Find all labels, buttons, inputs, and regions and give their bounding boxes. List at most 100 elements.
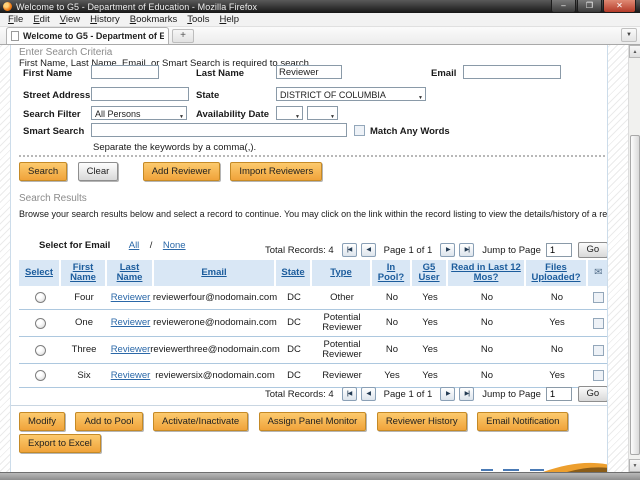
last-page-icon[interactable]: ▶|: [459, 243, 474, 257]
email-select-checkbox[interactable]: [593, 345, 604, 356]
menu-view[interactable]: View: [55, 13, 85, 26]
cell-in-pool: No: [372, 310, 412, 336]
smart-search-input[interactable]: [91, 123, 347, 137]
header-state[interactable]: State: [281, 268, 304, 278]
menu-tools[interactable]: Tools: [182, 13, 214, 26]
menu-history[interactable]: History: [85, 13, 125, 26]
first-page-icon[interactable]: |◀: [342, 387, 357, 401]
smart-search-hint: Separate the keywords by a comma(,).: [93, 142, 256, 153]
availability-date-label: Availability Date: [196, 109, 269, 120]
modify-button[interactable]: Modify: [19, 412, 65, 431]
email-notification-button[interactable]: Email Notification: [477, 412, 568, 431]
import-reviewers-button[interactable]: Import Reviewers: [230, 162, 322, 181]
add-reviewer-button[interactable]: Add Reviewer: [143, 162, 220, 181]
export-to-excel-button[interactable]: Export to Excel: [19, 434, 101, 453]
menu-help[interactable]: Help: [214, 13, 244, 26]
email-select-checkbox[interactable]: [593, 318, 604, 329]
page-indicator: Page 1 of 1: [384, 389, 433, 400]
select-none-link[interactable]: None: [163, 240, 186, 251]
minimize-button-icon[interactable]: –: [551, 0, 576, 13]
email-input[interactable]: [463, 65, 561, 79]
jump-to-page-input[interactable]: [546, 387, 572, 401]
menu-file[interactable]: File: [3, 13, 28, 26]
reviewer-detail-link[interactable]: Reviewer: [111, 345, 151, 355]
header-select[interactable]: Select: [25, 268, 53, 278]
scroll-down-icon[interactable]: ▼: [629, 459, 640, 472]
envelope-icon: ✉: [594, 268, 602, 278]
header-last-name[interactable]: Last Name: [108, 263, 151, 283]
page-viewport: Enter Search Criteria First Name, Last N…: [0, 45, 628, 472]
cell-read-12: No: [448, 286, 526, 309]
search-button[interactable]: Search: [19, 162, 67, 181]
header-email[interactable]: Email: [201, 268, 226, 278]
next-page-icon[interactable]: ▶: [440, 387, 455, 401]
header-files-uploaded[interactable]: Files Uploaded?: [527, 263, 585, 283]
cell-first-name: Three: [61, 337, 107, 363]
close-button-icon[interactable]: ✕: [603, 0, 636, 13]
reviewer-detail-link[interactable]: Reviewer: [111, 371, 151, 381]
email-select-checkbox[interactable]: [593, 292, 604, 303]
select-for-email-row: Select for Email All / None: [39, 235, 186, 253]
header-read-12-mos[interactable]: Read in Last 12 Mos?: [449, 263, 523, 283]
pagination-bottom: Total Records: 4 |◀ ◀ Page 1 of 1 ▶ ▶| J…: [259, 386, 608, 402]
cell-files: No: [526, 337, 588, 363]
activate-inactivate-button[interactable]: Activate/Inactivate: [153, 412, 248, 431]
cell-files: No: [526, 286, 588, 309]
table-header-row: Select First Name Last Name Email State …: [19, 260, 608, 286]
go-button[interactable]: Go: [578, 242, 608, 258]
select-record-radio[interactable]: [35, 292, 46, 303]
select-record-radio[interactable]: [35, 345, 46, 356]
scroll-up-icon[interactable]: ▲: [629, 45, 640, 58]
select-for-email-label: Select for Email: [39, 240, 110, 251]
first-page-icon[interactable]: |◀: [342, 243, 357, 257]
cell-email: reviewerfour@nodomain.com: [154, 286, 276, 309]
header-type[interactable]: Type: [330, 268, 351, 278]
clear-button[interactable]: Clear: [78, 162, 119, 181]
select-all-link[interactable]: All: [129, 240, 140, 251]
menu-edit[interactable]: Edit: [28, 13, 54, 26]
next-page-icon[interactable]: ▶: [440, 243, 455, 257]
logo-swoosh-fragment: [543, 459, 608, 472]
select-record-radio[interactable]: [35, 370, 46, 381]
list-all-tabs-icon[interactable]: ▼: [621, 28, 637, 42]
prev-page-icon[interactable]: ◀: [361, 387, 376, 401]
email-select-checkbox[interactable]: [593, 370, 604, 381]
availability-month-select[interactable]: ▼: [276, 106, 303, 120]
firefox-icon: [3, 2, 12, 11]
street-address-input[interactable]: [91, 87, 189, 101]
select-record-radio[interactable]: [35, 318, 46, 329]
cell-in-pool: No: [372, 337, 412, 363]
state-select[interactable]: DISTRICT OF COLUMBIA ▼: [276, 87, 426, 101]
first-name-input[interactable]: [91, 65, 159, 79]
availability-day-select[interactable]: ▼: [307, 106, 338, 120]
last-name-input[interactable]: [276, 65, 342, 79]
footer-link-fragment: [530, 469, 544, 471]
prev-page-icon[interactable]: ◀: [361, 243, 376, 257]
match-any-words-label: Match Any Words: [370, 126, 450, 137]
cell-email: reviewerthree@nodomain.com: [154, 337, 276, 363]
go-button[interactable]: Go: [578, 386, 608, 402]
match-any-words-checkbox[interactable]: [354, 125, 365, 136]
menu-bookmarks[interactable]: Bookmarks: [125, 13, 183, 26]
last-page-icon[interactable]: ▶|: [459, 387, 474, 401]
header-g5-user[interactable]: G5 User: [413, 263, 445, 283]
new-tab-button[interactable]: +: [172, 29, 194, 43]
cell-type: Potential Reviewer: [312, 337, 372, 363]
search-filter-select[interactable]: All Persons ▼: [91, 106, 187, 120]
reviewer-detail-link[interactable]: Reviewer: [111, 293, 151, 303]
jump-to-page-input[interactable]: [546, 243, 572, 257]
record-actions-row2: Export to Excel: [19, 433, 107, 453]
restore-button-icon[interactable]: ❐: [577, 0, 602, 13]
reviewer-history-button[interactable]: Reviewer History: [377, 412, 467, 431]
state-select-value: DISTRICT OF COLUMBIA: [280, 90, 386, 100]
tab-welcome-g5[interactable]: Welcome to G5 - Department of Edu...: [6, 27, 169, 44]
tab-bar: Welcome to G5 - Department of Edu... + ▼: [0, 27, 640, 45]
header-first-name[interactable]: First Name: [62, 263, 104, 283]
reviewer-detail-link[interactable]: Reviewer: [111, 318, 151, 328]
vertical-scrollbar[interactable]: ▲ ▼: [628, 45, 640, 472]
scrollbar-thumb[interactable]: [630, 135, 640, 455]
cell-g5-user: Yes: [412, 337, 448, 363]
add-to-pool-button[interactable]: Add to Pool: [75, 412, 142, 431]
header-in-pool[interactable]: In Pool?: [373, 263, 409, 283]
assign-panel-monitor-button[interactable]: Assign Panel Monitor: [259, 412, 367, 431]
